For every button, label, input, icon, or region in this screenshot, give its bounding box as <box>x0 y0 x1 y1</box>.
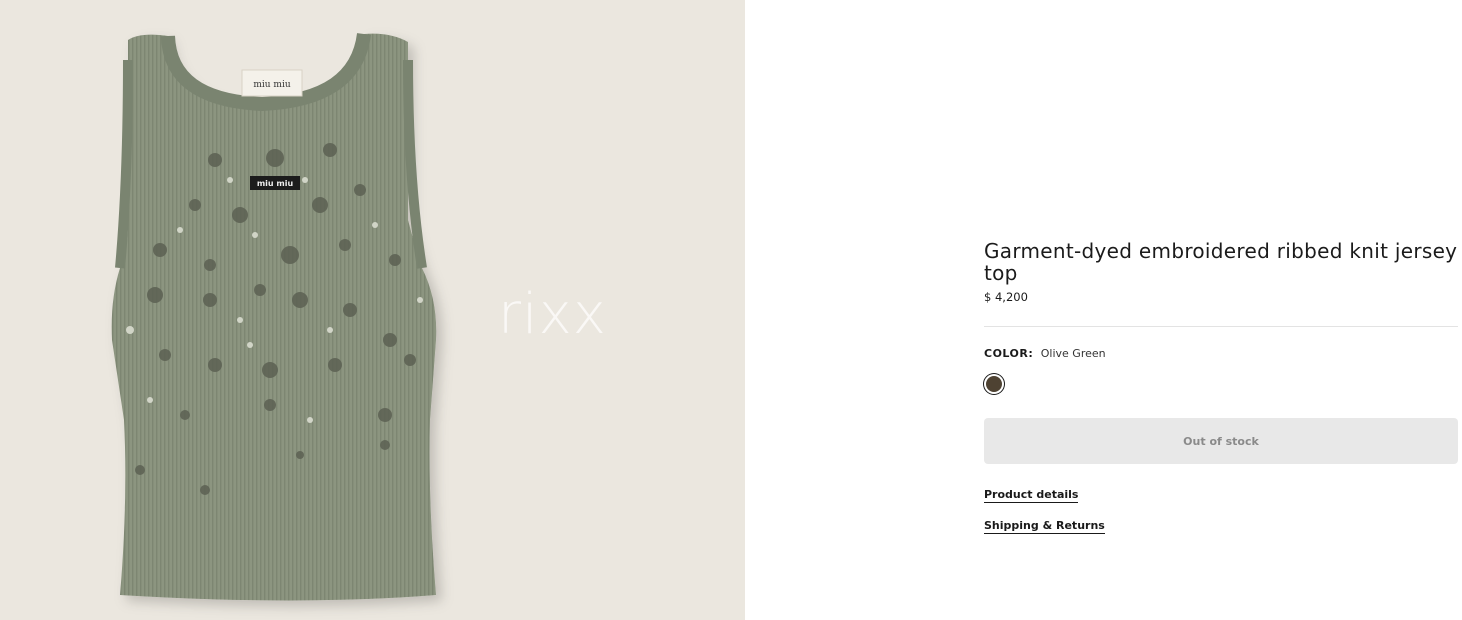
color-value: Olive Green <box>1040 347 1106 360</box>
color-label: COLOR: <box>984 347 1034 360</box>
color-swatch-olive-green[interactable] <box>986 376 1002 392</box>
product-details-link[interactable]: Product details <box>984 488 1079 503</box>
out-of-stock-button[interactable]: Out of stock <box>984 418 1458 464</box>
tank-top-illustration: miu miu miu miu <box>111 32 437 601</box>
product-info: Garment-dyed embroidered ribbed knit jer… <box>984 240 1458 534</box>
product-price: $ 4,200 <box>984 290 1028 304</box>
watermark-text: rixx <box>498 282 607 347</box>
divider <box>984 326 1458 327</box>
svg-text:miu miu: miu miu <box>253 80 290 90</box>
shipping-returns-link[interactable]: Shipping & Returns <box>984 519 1105 534</box>
product-image[interactable]: miu miu miu miu rixx <box>0 0 745 620</box>
svg-text:miu miu: miu miu <box>257 179 294 188</box>
color-row: COLOR: Olive Green <box>984 347 1458 360</box>
product-title: Garment-dyed embroidered ribbed knit jer… <box>984 239 1458 285</box>
